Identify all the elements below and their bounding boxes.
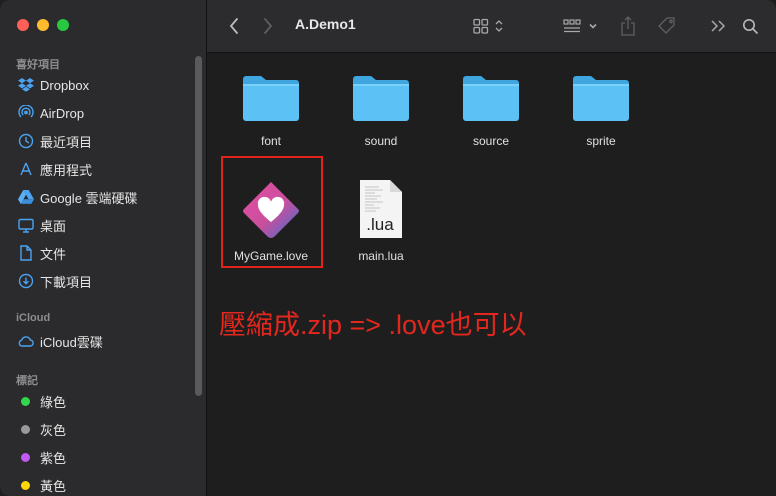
- file-browser-area: font sound source sprite MyGame.love .lu…: [207, 53, 776, 496]
- airdrop-icon: [17, 105, 34, 122]
- highlight-box: [221, 156, 323, 268]
- tag-dot: [21, 452, 30, 462]
- folder-item[interactable]: sound: [326, 71, 436, 148]
- group-button[interactable]: [561, 14, 601, 38]
- sidebar-item-label: iCloud雲碟: [40, 334, 103, 350]
- finder-window: 喜好項目 Dropbox AirDrop 最近項目 應用程式 Google 雲端…: [0, 0, 776, 496]
- file-name: main.lua: [358, 249, 404, 263]
- sidebar-item-label: 桌面: [40, 218, 67, 234]
- dropbox-icon: [17, 77, 34, 94]
- sidebar-scrollbar[interactable]: [195, 56, 202, 396]
- file-name: sound: [364, 134, 398, 148]
- download-icon: [17, 273, 34, 290]
- sidebar-tag-gray[interactable]: 灰色: [17, 418, 66, 440]
- chevron-left-icon: [229, 18, 238, 34]
- tag-dot: [21, 480, 30, 490]
- sidebar-item-label: 灰色: [40, 422, 67, 438]
- sidebar-item-label: 應用程式: [40, 162, 93, 178]
- section-title-favorites: 喜好項目: [16, 59, 60, 71]
- more-toolbar-button[interactable]: [707, 14, 729, 38]
- sidebar-item-label: 文件: [40, 246, 67, 262]
- sidebar-tag-yellow[interactable]: 黃色: [17, 474, 66, 496]
- annotation-text: 壓縮成.zip => .love也可以: [219, 310, 527, 340]
- lua-file-icon: .lua: [360, 180, 402, 238]
- icon-view-icon: [473, 18, 503, 34]
- sidebar-item-google-drive[interactable]: Google 雲端硬碟: [17, 186, 138, 208]
- share-icon: [621, 16, 635, 36]
- desktop-icon: [17, 217, 34, 234]
- applications-icon: [17, 161, 34, 178]
- folder-icon: [463, 76, 519, 121]
- tag-dot: [21, 396, 30, 406]
- tag-dot: [21, 424, 30, 434]
- close-button[interactable]: [17, 19, 29, 31]
- tag-icon: [658, 17, 675, 34]
- folder-item[interactable]: source: [436, 71, 546, 148]
- section-title-icloud: iCloud: [16, 312, 51, 324]
- folder-item[interactable]: font: [216, 71, 326, 148]
- sidebar-item-label: AirDrop: [40, 105, 85, 121]
- sidebar-item-dropbox[interactable]: Dropbox: [17, 74, 89, 96]
- group-icon: [563, 19, 597, 33]
- sidebar-tag-green[interactable]: 綠色: [17, 390, 66, 412]
- window-title: A.Demo1: [295, 16, 356, 32]
- sidebar-item-desktop[interactable]: 桌面: [17, 214, 66, 236]
- sidebar-item-label: 下載項目: [40, 274, 93, 290]
- sidebar-item-label: 綠色: [40, 394, 67, 410]
- back-button[interactable]: [223, 14, 245, 38]
- sidebar-item-label: Google 雲端硬碟: [40, 190, 138, 206]
- sidebar-item-documents[interactable]: 文件: [17, 242, 66, 264]
- view-mode-button[interactable]: [471, 14, 507, 38]
- minimize-button[interactable]: [37, 19, 49, 31]
- sidebar-item-label: Dropbox: [40, 77, 90, 93]
- window-controls: [17, 19, 69, 31]
- sidebar: 喜好項目 Dropbox AirDrop 最近項目 應用程式 Google 雲端…: [0, 0, 207, 496]
- file-item-lua[interactable]: .lua main.lua: [326, 179, 436, 263]
- sidebar-item-applications[interactable]: 應用程式: [17, 158, 92, 180]
- section-title-tags: 標記: [16, 375, 38, 387]
- chevron-right-icon: [264, 18, 273, 34]
- google-drive-icon: [17, 189, 34, 206]
- sidebar-item-label: 紫色: [40, 450, 67, 466]
- file-name: source: [472, 134, 510, 148]
- zoom-button[interactable]: [57, 19, 69, 31]
- share-button[interactable]: [617, 14, 639, 38]
- search-button[interactable]: [739, 14, 761, 38]
- tag-button[interactable]: [655, 14, 679, 38]
- folder-icon: [243, 76, 299, 121]
- document-icon: [17, 245, 34, 262]
- sidebar-item-icloud-drive[interactable]: iCloud雲碟: [17, 330, 103, 352]
- file-name: font: [260, 134, 281, 148]
- sidebar-tag-purple[interactable]: 紫色: [17, 446, 66, 468]
- cloud-icon: [17, 333, 34, 350]
- clock-icon: [17, 133, 34, 150]
- lua-badge: .lua: [366, 215, 394, 234]
- chevron-double-right-icon: [711, 20, 726, 32]
- toolbar: A.Demo1: [207, 0, 776, 53]
- folder-item[interactable]: sprite: [546, 71, 656, 148]
- file-name: sprite: [586, 134, 616, 148]
- folder-icon: [573, 76, 629, 121]
- search-icon: [742, 18, 758, 34]
- sidebar-item-airdrop[interactable]: AirDrop: [17, 102, 84, 124]
- sidebar-item-recents[interactable]: 最近項目: [17, 130, 92, 152]
- folder-icon: [353, 76, 409, 121]
- sidebar-item-label: 最近項目: [40, 134, 93, 150]
- sidebar-item-label: 黃色: [40, 478, 67, 494]
- forward-button[interactable]: [257, 14, 279, 38]
- sidebar-item-downloads[interactable]: 下載項目: [17, 270, 92, 292]
